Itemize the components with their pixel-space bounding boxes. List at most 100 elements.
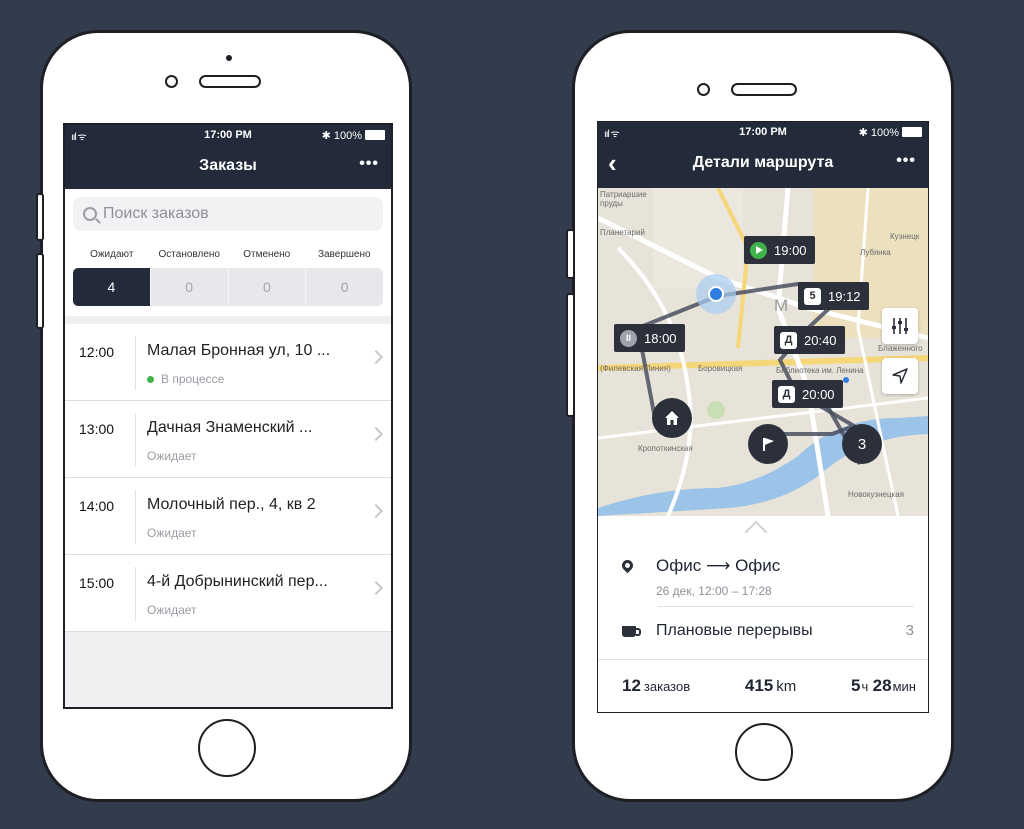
cluster-marker[interactable]: 3: [842, 424, 882, 464]
order-status-text: В процессе: [161, 372, 225, 386]
hours-unit: ч: [861, 679, 869, 694]
speaker-grille: [731, 83, 797, 96]
flag-icon: [763, 438, 774, 451]
list-item[interactable]: 12:00 Малая Бронная ул, 10 ... В процесс…: [65, 324, 391, 401]
segment-stopped[interactable]: 0: [149, 268, 228, 306]
planned-breaks-row[interactable]: Плановые перерывы 3: [622, 622, 914, 646]
map-label: Кропоткинская: [638, 444, 693, 453]
battery-label: ✱ 100%: [858, 127, 899, 139]
distance-stat: 415 km: [745, 676, 796, 696]
side-button: [566, 293, 575, 417]
route-endpoints: Офис ⟶ Офис: [656, 556, 780, 576]
speaker-grille: [199, 75, 261, 88]
home-button[interactable]: [198, 719, 256, 777]
divider: [658, 606, 914, 607]
navigation-arrow-icon: [892, 368, 908, 384]
filter-label-waiting: Ожидают: [90, 249, 134, 260]
order-status: Ожидает: [147, 449, 197, 463]
home-marker[interactable]: [652, 398, 692, 438]
battery-icon: [902, 127, 922, 137]
list-item[interactable]: 15:00 4-й Добрынинский пер... Ожидает: [65, 555, 391, 632]
camera-lens: [165, 75, 178, 88]
segment-cancelled[interactable]: 0: [227, 268, 306, 306]
finish-marker[interactable]: [748, 424, 788, 464]
chevron-up-icon[interactable]: [744, 520, 768, 544]
map-label: М: [774, 296, 789, 315]
stop-marker[interactable]: 19:00: [744, 236, 815, 264]
stop-badge: Д: [780, 331, 797, 349]
orders-unit: заказов: [643, 679, 691, 694]
distance-value: 415: [744, 676, 774, 695]
battery-indicator: ✱ 100%: [859, 126, 922, 139]
map-label: Кузнецк: [890, 232, 920, 241]
chevron-right-icon: [368, 580, 384, 596]
filter-label-completed: Завершено: [317, 249, 371, 260]
sliders-icon: [892, 318, 908, 334]
in-progress-dot-icon: [147, 376, 154, 383]
map-label: Патриаршие пруды: [600, 190, 647, 208]
order-status: В процессе: [147, 372, 224, 386]
filter-sliders-button[interactable]: [882, 308, 918, 344]
side-button: [36, 253, 44, 329]
order-address: Молочный пер., 4, кв 2: [147, 496, 316, 513]
stop-marker[interactable]: Д 20:40: [774, 326, 845, 354]
divider: [135, 490, 136, 544]
route-map[interactable]: Патриаршие пруды Планетарий Кузнецк Лубя…: [598, 188, 928, 516]
page-title: Заказы: [199, 157, 257, 174]
stop-marker[interactable]: II 18:00: [614, 324, 685, 352]
minutes-unit: мин: [892, 679, 916, 694]
orders-screen: ııl ᯤ 17:00 PM ✱ 100% Заказы ••• Поиск з…: [63, 123, 393, 709]
planned-breaks-count: 3: [905, 622, 914, 639]
segment-completed[interactable]: 0: [305, 268, 383, 306]
filter-labels: Ожидают Остановлено Отменено Завершено: [73, 249, 383, 260]
route-to: Офис: [735, 556, 781, 575]
status-filter: Ожидают Остановлено Отменено Завершено 4…: [65, 237, 391, 316]
stop-time: 19:00: [774, 242, 807, 258]
stop-badge: 5: [804, 287, 821, 305]
arrow-right-icon: ⟶: [705, 556, 731, 575]
locate-button[interactable]: [882, 358, 918, 394]
segmented-control: 4 0 0 0: [73, 268, 383, 306]
stop-badge: Д: [778, 385, 795, 403]
distance-unit: km: [776, 678, 797, 695]
order-address: Малая Бронная ул, 10 ...: [147, 342, 331, 359]
route-phone: ııl ᯤ 17:00 PM ✱ 100% ‹ Детали маршрута …: [566, 30, 954, 802]
order-time: 12:00: [79, 344, 115, 360]
divider: [135, 413, 136, 467]
camera-lens: [697, 83, 710, 96]
camera-dot: [226, 55, 232, 61]
more-button[interactable]: •••: [359, 155, 379, 173]
battery-label: ✱ 100%: [321, 130, 362, 142]
route-screen: ııl ᯤ 17:00 PM ✱ 100% ‹ Детали маршрута …: [597, 121, 929, 713]
divider: [135, 567, 136, 621]
list-item[interactable]: 14:00 Молочный пер., 4, кв 2 Ожидает: [65, 478, 391, 555]
chevron-right-icon: [368, 503, 384, 519]
search-input[interactable]: Поиск заказов: [73, 197, 383, 231]
pause-icon: II: [620, 329, 637, 347]
more-button[interactable]: •••: [896, 152, 916, 170]
stop-time: 20:40: [804, 332, 837, 348]
chevron-right-icon: [368, 349, 384, 365]
list-item[interactable]: 13:00 Дачная Знаменский ... Ожидает: [65, 401, 391, 478]
side-button: [36, 193, 44, 241]
orders-stat: 12 заказов: [622, 676, 690, 696]
segment-waiting[interactable]: 4: [73, 268, 150, 306]
order-status: Ожидает: [147, 526, 197, 540]
side-button: [566, 229, 575, 279]
planned-breaks-label: Плановые перерывы: [656, 622, 813, 639]
map-label: Лубянка: [860, 248, 891, 257]
divider: [135, 336, 136, 390]
map-label: Новокузнецкая: [848, 490, 904, 499]
coffee-cup-icon: [622, 626, 641, 637]
stop-marker[interactable]: Д 20:00: [772, 380, 843, 408]
nav-bar: ‹ Детали маршрута •••: [598, 142, 928, 188]
duration-stat: 5ч 28мин: [851, 676, 916, 696]
home-button[interactable]: [735, 723, 793, 781]
search-container: Поиск заказов: [65, 189, 391, 237]
route-summary-sheet: Офис ⟶ Офис 26 дек, 12:00 – 17:28 Планов…: [598, 516, 928, 712]
chevron-right-icon: [368, 426, 384, 442]
order-time: 15:00: [79, 575, 115, 591]
route-date: 26 дек, 12:00 – 17:28: [656, 584, 772, 598]
stop-marker[interactable]: 5 19:12: [798, 282, 869, 310]
home-icon: [665, 411, 679, 425]
